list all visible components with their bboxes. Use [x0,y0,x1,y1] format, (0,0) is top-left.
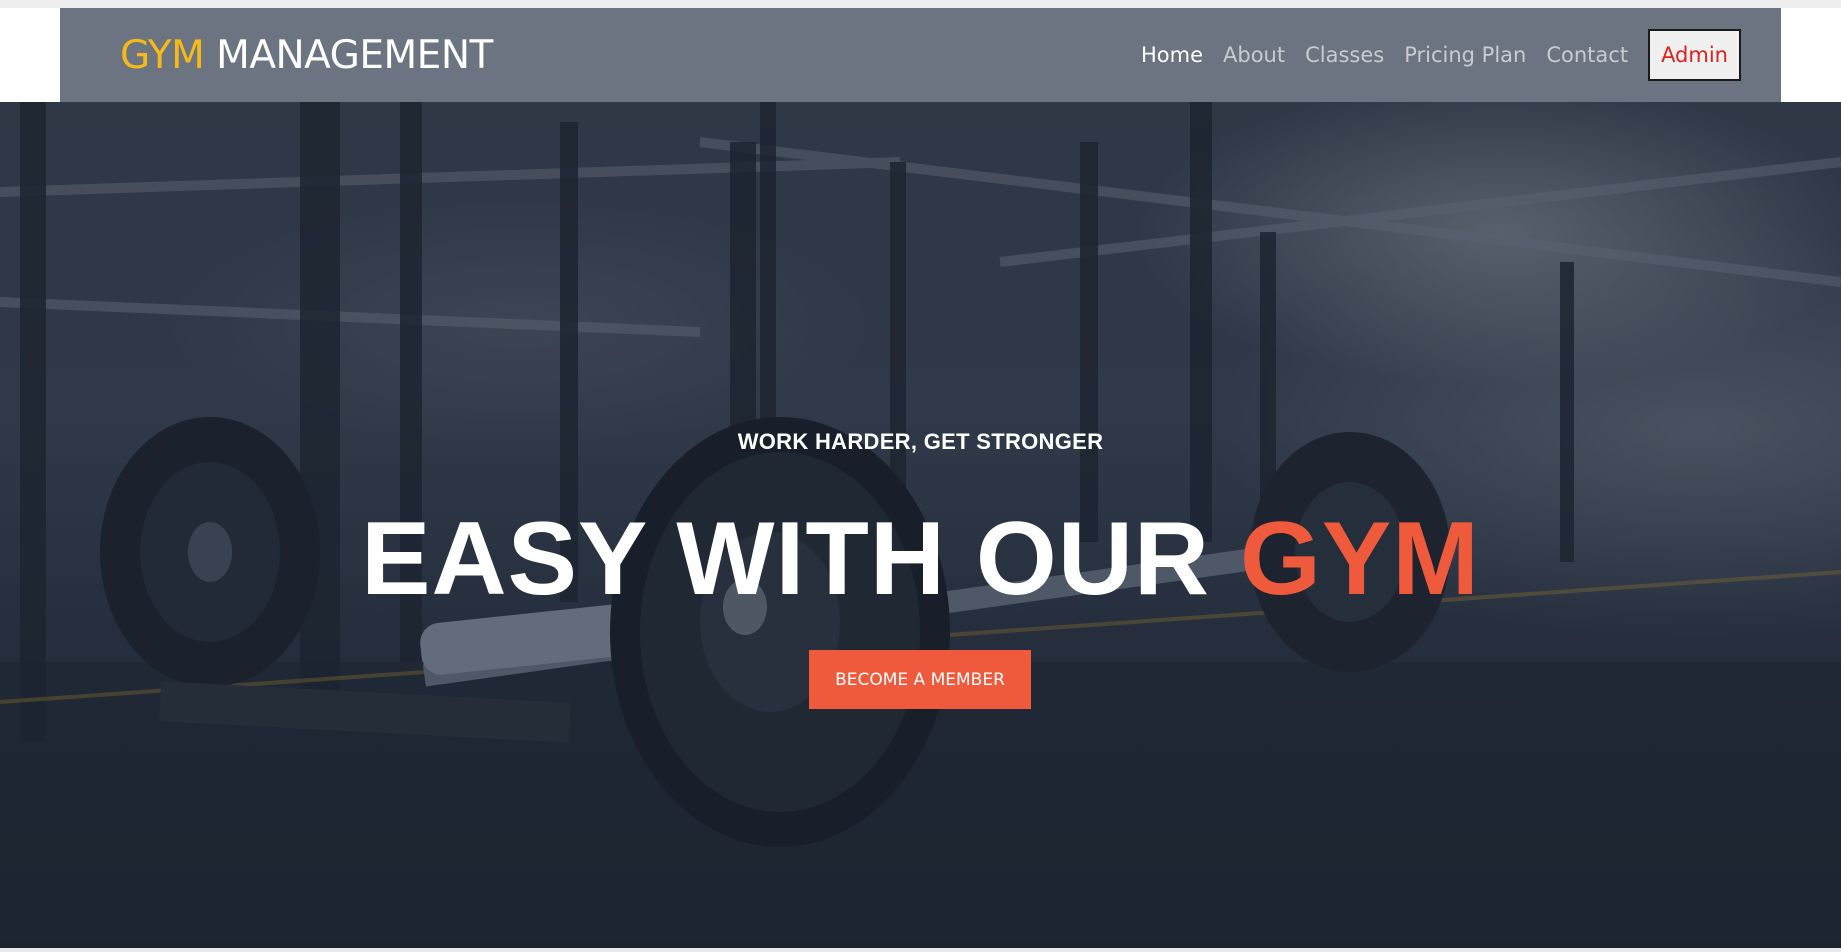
brand-accent: GYM [120,32,205,78]
hero-headline: EASY WITH OUR GYM [0,497,1841,622]
hero-subtitle: WORK HARDER, GET STRONGER [737,429,1104,454]
main-nav: Home About Classes Pricing Plan Contact … [1141,29,1741,81]
hero-headline-main: EASY WITH OUR [361,501,1211,617]
hero-headline-accent: GYM [1239,501,1480,617]
brand-logo[interactable]: GYM MANAGEMENT [120,33,493,78]
nav-item-home[interactable]: Home [1141,43,1203,67]
hero-section: WORK HARDER, GET STRONGER EASY WITH OUR … [0,102,1841,948]
nav-item-contact[interactable]: Contact [1546,43,1628,67]
top-strip [0,0,1841,8]
navbar: GYM MANAGEMENT Home About Classes Pricin… [60,8,1781,102]
hero-content: WORK HARDER, GET STRONGER EASY WITH OUR … [0,102,1841,948]
nav-item-pricing-plan[interactable]: Pricing Plan [1404,43,1526,67]
bottom-strip [0,948,1841,952]
nav-item-classes[interactable]: Classes [1305,43,1384,67]
become-member-button[interactable]: BECOME A MEMBER [809,650,1031,709]
nav-item-about[interactable]: About [1223,43,1285,67]
admin-button[interactable]: Admin [1648,29,1741,81]
brand-name: MANAGEMENT [216,32,493,78]
